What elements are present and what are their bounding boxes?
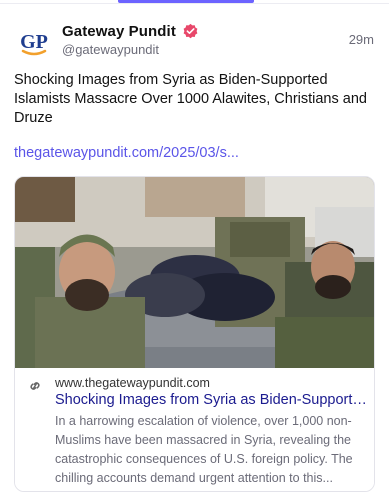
post-timestamp[interactable]: 29m — [349, 32, 374, 47]
author-row: Gateway Pundit — [62, 20, 199, 42]
link-preview-description: In a harrowing escalation of violence, o… — [55, 414, 353, 485]
link-preview-meta: www.thegatewaypundit.com Shocking Images… — [15, 368, 374, 491]
post-link[interactable]: thegatewaypundit.com/2025/03/s... — [14, 145, 239, 161]
author-name[interactable]: Gateway Pundit — [62, 23, 176, 40]
avatar-initials: GP — [20, 31, 48, 53]
gateway-pundit-logo: GP — [14, 22, 54, 62]
author-handle[interactable]: @gatewaypundit — [62, 42, 159, 57]
link-preview-domain: www.thegatewaypundit.com — [55, 376, 210, 390]
link-preview-title[interactable]: Shocking Images from Syria as Biden-Supp… — [55, 392, 367, 408]
post-body-text: Shocking Images from Syria as Biden-Supp… — [14, 72, 367, 126]
verified-badge-icon — [182, 23, 199, 40]
post[interactable]: GP Gateway Pundit @gatewaypundit 29m Sho… — [0, 4, 389, 500]
chain-link-icon — [27, 378, 43, 394]
avatar[interactable]: GP — [14, 22, 54, 62]
link-preview-card[interactable]: www.thegatewaypundit.com Shocking Images… — [14, 176, 375, 492]
link-preview-image[interactable] — [15, 177, 374, 368]
